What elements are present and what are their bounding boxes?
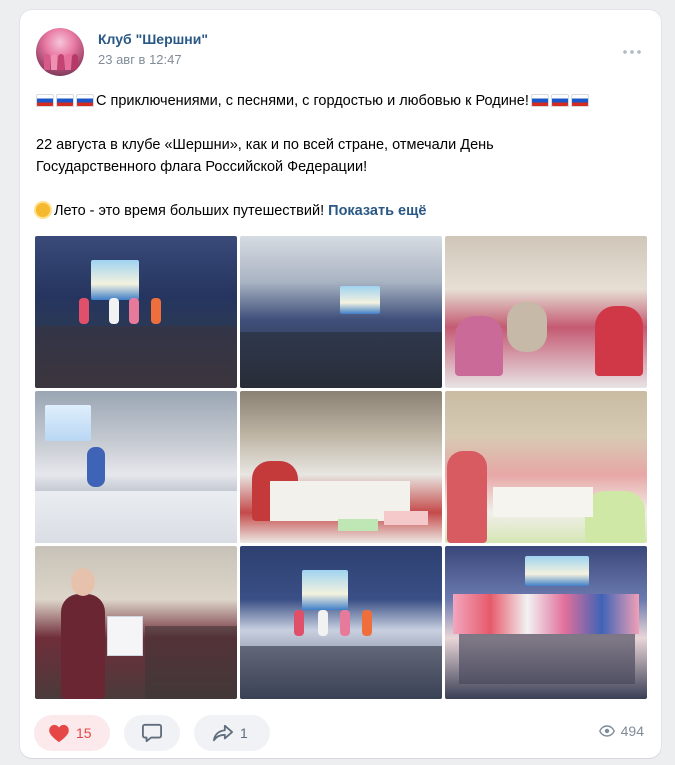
russia-flag-icon xyxy=(36,94,54,107)
photo-9[interactable] xyxy=(445,546,647,699)
post-body-line-1: 22 августа в клубе «Шершни», как и по вс… xyxy=(36,137,494,153)
share-count: 1 xyxy=(240,725,248,741)
photo-2[interactable] xyxy=(240,236,442,388)
comment-button[interactable] xyxy=(124,715,180,751)
post-header: Клуб "Шершни" 23 авг в 12:47 xyxy=(36,28,646,78)
post-body-line-2: Государственного флага Российской Федера… xyxy=(36,159,368,175)
photo-1[interactable] xyxy=(35,236,237,388)
share-button[interactable]: 1 xyxy=(194,715,270,751)
like-button[interactable]: 15 xyxy=(34,715,110,751)
photo-7[interactable] xyxy=(35,546,237,699)
photo-3[interactable] xyxy=(445,236,647,388)
russia-flag-icon xyxy=(56,94,74,107)
post-title: С приключениями, с песнями, с гордостью … xyxy=(96,93,529,109)
share-icon xyxy=(213,724,233,742)
author-name[interactable]: Клуб "Шершни" xyxy=(98,31,208,47)
sun-icon xyxy=(36,203,50,217)
post-time[interactable]: 23 авг в 12:47 xyxy=(98,52,182,67)
heart-icon xyxy=(49,724,69,743)
show-more-link[interactable]: Показать ещё xyxy=(328,203,426,219)
eye-icon xyxy=(598,725,615,737)
photo-6[interactable] xyxy=(445,391,647,543)
post-title-line: С приключениями, с песнями, с гордостью … xyxy=(36,90,646,112)
russia-flag-icon xyxy=(76,94,94,107)
comment-icon xyxy=(142,723,162,743)
post-card: Клуб "Шершни" 23 авг в 12:47 С приключен… xyxy=(20,10,661,758)
post-actions: 15 1 494 xyxy=(34,715,646,751)
post-teaser-line: Лето - это время больших путешествий! По… xyxy=(36,200,646,222)
russia-flag-icon xyxy=(570,94,589,107)
russia-flag-icon xyxy=(530,94,549,107)
photo-4[interactable] xyxy=(35,391,237,543)
more-icon[interactable] xyxy=(620,40,644,64)
avatar[interactable] xyxy=(36,28,84,76)
post-teaser: Лето - это время больших путешествий! xyxy=(54,203,325,219)
views-count: 494 xyxy=(620,723,644,739)
like-count: 15 xyxy=(76,725,92,741)
photo-grid xyxy=(35,236,647,699)
views-counter: 494 xyxy=(598,723,644,739)
post-text: С приключениями, с песнями, с гордостью … xyxy=(36,90,646,222)
photo-5[interactable] xyxy=(240,391,442,543)
photo-8[interactable] xyxy=(240,546,442,699)
russia-flag-icon xyxy=(550,94,569,107)
